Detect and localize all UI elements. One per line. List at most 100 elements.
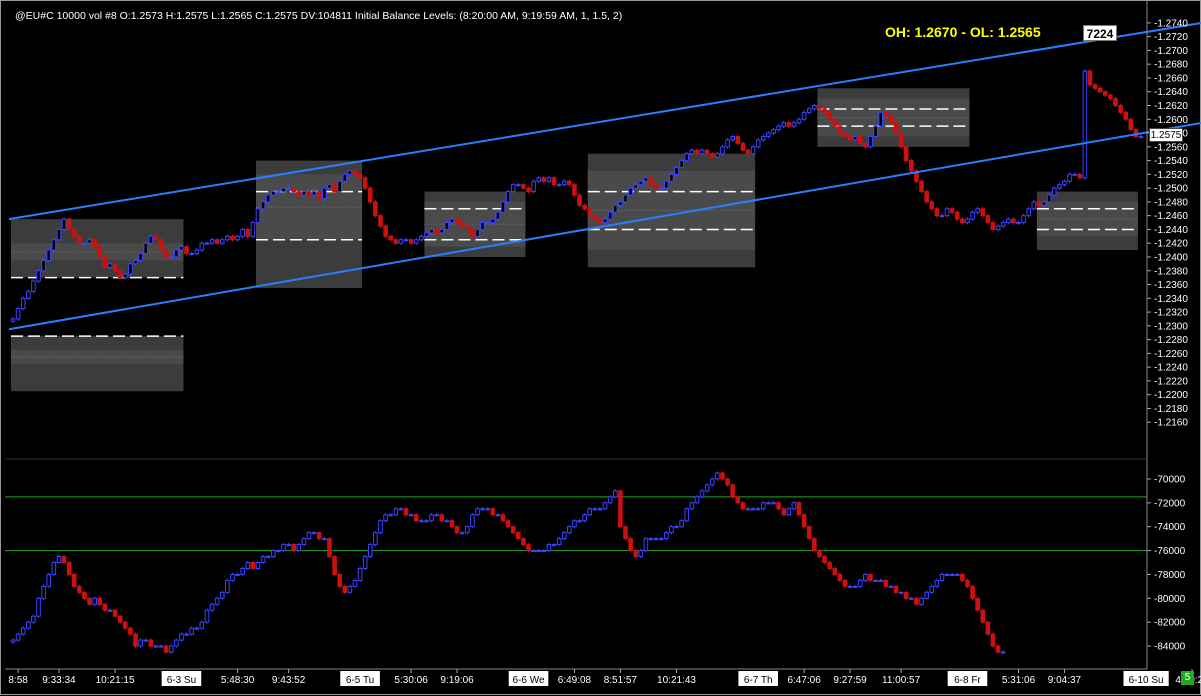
price-candle-body: [919, 180, 924, 193]
price-candle-body: [46, 249, 52, 261]
price-candle-body: [383, 225, 388, 237]
price-tick-label: -1.2340: [1154, 294, 1188, 305]
price-tick-label: -1.2240: [1154, 363, 1188, 374]
corner-badge[interactable]: 5: [1181, 671, 1194, 685]
price-candle-body: [888, 115, 894, 124]
price-candle-body: [893, 122, 899, 134]
price-candle-body: [883, 111, 889, 117]
price-candle-body: [107, 263, 113, 268]
price-candle-body: [832, 118, 838, 127]
price-candle-body: [878, 111, 883, 127]
indicator-candle-body: [265, 556, 271, 559]
indicator-candle-body: [240, 567, 245, 575]
price-tick-label: -1.2220: [1154, 376, 1188, 387]
price-candle-body: [1108, 94, 1113, 100]
indicator-candle-body: [250, 562, 256, 569]
indicator-candle-body: [658, 538, 664, 541]
indicator-candle-body: [71, 573, 77, 587]
day-label: 6-10 Su: [1129, 675, 1164, 686]
indicator-candle-body: [786, 508, 792, 516]
price-candle-body: [1005, 218, 1011, 224]
indicator-candle-body: [970, 585, 975, 599]
price-candle-body: [138, 253, 143, 261]
price-tick-label: -1.2320: [1154, 308, 1188, 319]
price-candle-body: [760, 135, 766, 141]
time-axis: 8:58 9:33:34 10:21:15 6-3 Su 5:48:30 9:43:52 6…: [8, 669, 1201, 686]
indicator-candle-body: [408, 514, 414, 517]
indicator-candle-body: [143, 639, 149, 642]
price-candle-body: [189, 253, 194, 256]
indicator-candle-body: [122, 621, 128, 629]
indicator-candle-body: [403, 508, 409, 516]
indicator-candle-body: [112, 609, 118, 617]
indicator-candle-body: [842, 579, 848, 587]
time-label: 5:48:30: [221, 675, 255, 686]
indicator-candle-body: [1000, 651, 1006, 654]
price-candle-body: [607, 211, 613, 220]
price-candle-body: [796, 118, 802, 124]
price-candle-body: [357, 173, 363, 179]
indicator-candle-body: [286, 544, 291, 547]
indicator-candle-body: [311, 532, 317, 535]
price-candle-body: [674, 166, 679, 175]
indicator-candle-body: [434, 514, 439, 517]
price-candle-body: [51, 239, 57, 251]
indicator-candle-body: [822, 556, 827, 563]
indicator-candle-body: [66, 562, 72, 575]
indicator-candle-body: [97, 597, 103, 605]
indicator-candle-body: [526, 544, 531, 552]
time-label: 10:21:43: [657, 675, 696, 686]
price-candle-body: [781, 122, 787, 127]
price-candle-body: [531, 180, 536, 193]
price-candle-body: [944, 208, 950, 217]
indicator-candle-body: [260, 556, 266, 563]
price-tick-label: -1.2260: [1154, 349, 1188, 360]
price-candle-body: [97, 246, 103, 258]
indicator-candle-body: [209, 603, 215, 611]
price-candle-body: [174, 249, 179, 258]
indicator-candle-body: [102, 603, 108, 611]
price-candle-body: [464, 225, 470, 230]
indicator-candle-body: [439, 514, 445, 522]
indicator-candle-body: [878, 579, 883, 582]
price-candle-body: [567, 180, 572, 186]
indicator-candle-body: [459, 532, 465, 535]
price-candle-body: [1062, 180, 1067, 186]
price-candle-body: [995, 225, 1001, 230]
price-candle-body: [551, 177, 557, 186]
price-candle-body: [689, 149, 695, 155]
price-candle-body: [669, 173, 674, 182]
indicator-candle-body: [26, 621, 31, 629]
indicator-candle-body: [720, 472, 725, 480]
price-candle-body: [475, 228, 480, 237]
price-candle-body: [271, 191, 276, 196]
indicator-candle-body: [812, 538, 817, 552]
price-candle-body: [694, 149, 700, 155]
price-candle-body: [1102, 91, 1108, 96]
price-candle-body: [199, 242, 205, 251]
price-candle-body: [265, 194, 271, 203]
price-candle-body: [454, 218, 460, 224]
indicator-candle-body: [444, 520, 450, 523]
indicator-candle-body: [281, 544, 286, 552]
price-candle-body: [786, 122, 792, 127]
indicator-candle-body: [934, 579, 940, 587]
price-candle-body: [388, 235, 394, 241]
price-candle-body: [755, 139, 761, 148]
price-candle-body: [817, 105, 822, 110]
price-candle-body: [709, 153, 715, 158]
price-candle-body: [490, 218, 496, 224]
price-candle-body: [148, 235, 154, 244]
price-candle-body: [852, 135, 858, 141]
day-label: 6-7 Th: [744, 675, 773, 686]
indicator-candle-body: [174, 639, 179, 647]
indicator-candle-body: [612, 490, 618, 498]
day-label: 6-3 Su: [167, 675, 196, 686]
indicator-candle-body: [413, 514, 419, 522]
price-candle-body: [934, 208, 940, 217]
price-candle-body: [214, 239, 220, 244]
indicator-candle-body: [750, 508, 756, 511]
indicator-candle-body: [582, 514, 587, 522]
chart-header: @EU#C 10000 vol #8 O:1.2573 H:1.2575 L:1…: [15, 10, 623, 22]
price-candle-body: [735, 135, 741, 144]
